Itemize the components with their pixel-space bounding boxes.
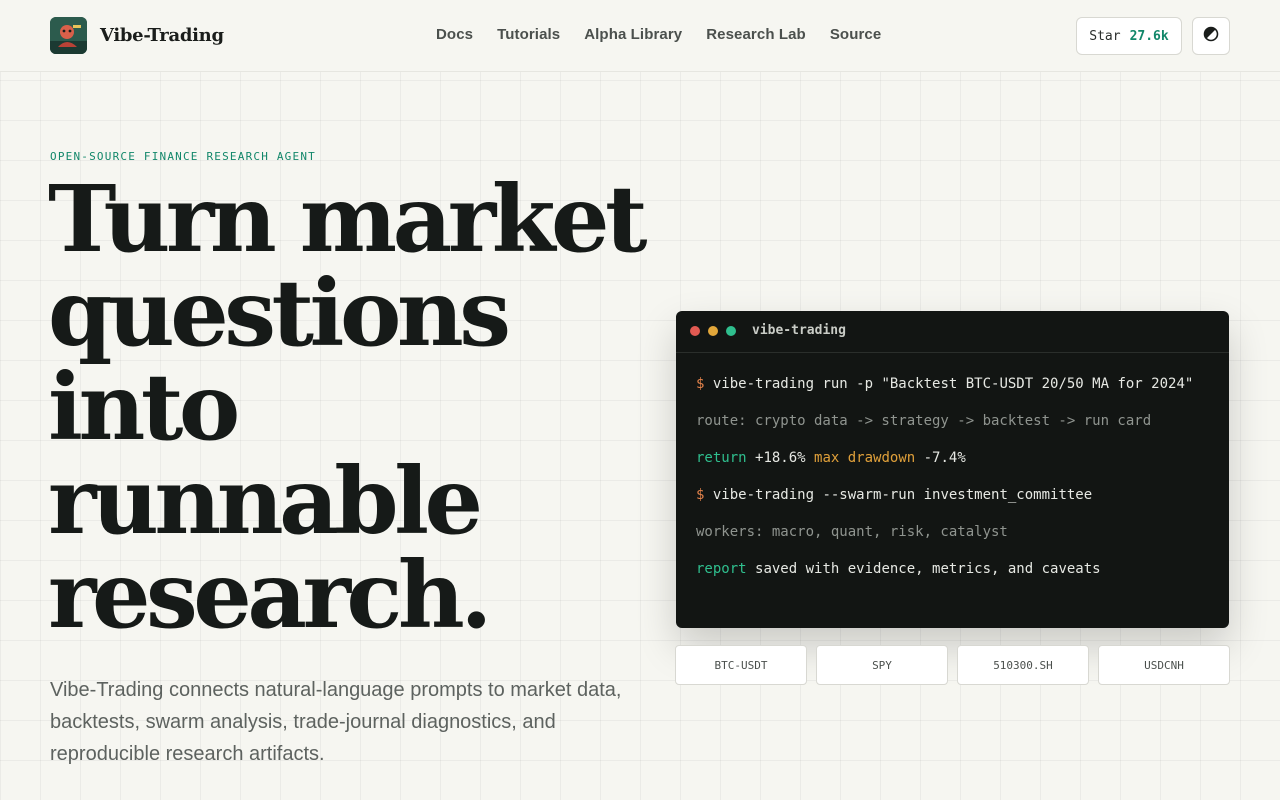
report-key: report <box>696 561 747 577</box>
terminal-title: vibe-trading <box>752 323 846 338</box>
hero-eyebrow: OPEN-SOURCE FINANCE RESEARCH AGENT <box>50 150 316 163</box>
hero-headline: Turn market questions into runnable rese… <box>48 172 668 642</box>
headline-line: into <box>48 353 240 461</box>
ticker-chip[interactable]: SPY <box>816 645 948 685</box>
terminal-output: $ vibe-trading run -p "Backtest BTC-USDT… <box>676 353 1229 581</box>
contrast-icon <box>1203 26 1219 47</box>
headline-line: research. <box>48 541 492 649</box>
report-text: saved with evidence, metrics, and caveat… <box>755 561 1101 577</box>
prompt-symbol: $ <box>696 376 705 392</box>
ticker-chips: BTC-USDT SPY 510300.SH USDCNH <box>675 645 1230 685</box>
hero-description: Vibe-Trading connects natural-language p… <box>50 679 622 765</box>
headline-line: questions <box>48 259 511 367</box>
ticker-chip[interactable]: 510300.SH <box>957 645 1089 685</box>
result-value: +18.6% <box>755 450 806 466</box>
headline-line: Turn market <box>48 165 648 273</box>
result-key: return <box>696 450 747 466</box>
brand-name: Vibe-Trading <box>100 25 224 46</box>
github-star-button[interactable]: Star 27.6k <box>1076 17 1182 55</box>
nav-tutorials[interactable]: Tutorials <box>497 26 560 43</box>
headline-line: runnable <box>48 447 483 555</box>
minimize-dot-icon <box>708 326 718 336</box>
star-count: 27.6k <box>1129 28 1169 44</box>
nav-alpha-library[interactable]: Alpha Library <box>584 26 682 43</box>
result-value: -7.4% <box>923 450 966 466</box>
nav-source[interactable]: Source <box>830 26 881 43</box>
site-header: Vibe-Trading Docs Tutorials Alpha Librar… <box>0 0 1280 72</box>
maximize-dot-icon <box>726 326 736 336</box>
terminal-line-result: return +18.6% max drawdown -7.4% <box>696 447 1209 470</box>
main-nav: Docs Tutorials Alpha Library Research La… <box>436 26 881 43</box>
close-dot-icon <box>690 326 700 336</box>
command-text: vibe-trading --swarm-run investment_comm… <box>712 487 1093 503</box>
terminal-line-command: $ vibe-trading --swarm-run investment_co… <box>696 484 1209 507</box>
terminal-line-route: route: crypto data -> strategy -> backte… <box>696 413 1152 429</box>
result-key: max drawdown <box>814 450 916 466</box>
star-label: Star <box>1089 28 1121 44</box>
prompt-symbol: $ <box>696 487 705 503</box>
terminal-line-report: report saved with evidence, metrics, and… <box>696 558 1209 581</box>
command-text: vibe-trading run -p "Backtest BTC-USDT 2… <box>712 376 1194 392</box>
ticker-chip[interactable]: USDCNH <box>1098 645 1230 685</box>
brand-link[interactable]: Vibe-Trading <box>50 17 224 54</box>
avatar-logo-icon <box>50 17 87 54</box>
theme-toggle-button[interactable] <box>1192 17 1230 55</box>
ticker-chip[interactable]: BTC-USDT <box>675 645 807 685</box>
terminal-window: vibe-trading $ vibe-trading run -p "Back… <box>676 311 1229 628</box>
nav-docs[interactable]: Docs <box>436 26 473 43</box>
terminal-line-workers: workers: macro, quant, risk, catalyst <box>696 524 1008 540</box>
nav-research-lab[interactable]: Research Lab <box>706 26 806 43</box>
terminal-titlebar: vibe-trading <box>676 311 1229 353</box>
terminal-line-command: $ vibe-trading run -p "Backtest BTC-USDT… <box>696 373 1209 396</box>
